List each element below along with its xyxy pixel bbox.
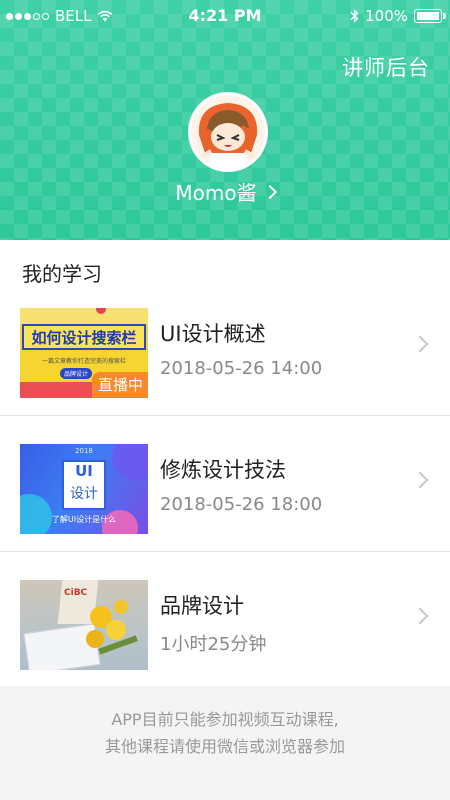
live-badge: 直播中 <box>91 372 148 398</box>
chevron-right-icon <box>262 184 277 200</box>
battery-area: 100% <box>350 7 446 25</box>
username-link[interactable]: Momo酱 <box>0 177 450 206</box>
status-bar: BELL 4:21 PM 100% <box>0 0 450 32</box>
course-item-brand-design[interactable]: CiBC 品牌设计 1小时25分钟 <box>0 552 450 688</box>
thumbnail-tag: 品牌设计 <box>60 368 93 379</box>
course-title: 修炼设计技法 <box>160 458 286 482</box>
footer-line-1: APP目前只能参加视频互动课程, <box>111 710 339 729</box>
course-title: UI设计概述 <box>160 322 266 346</box>
course-thumbnail: CiBC <box>20 580 148 670</box>
course-thumbnail: 如何设计搜索栏 一篇文章教你打造完美的搜索栏 品牌设计 直播中 <box>20 308 148 398</box>
course-item-ui-overview[interactable]: 如何设计搜索栏 一篇文章教你打造完美的搜索栏 品牌设计 直播中 UI设计概述 2… <box>0 280 450 416</box>
battery-percent: 100% <box>365 7 408 25</box>
thumbnail-caption: 了解UI设计是什么 <box>51 515 117 524</box>
thumbnail-year: 2018 <box>75 447 93 455</box>
course-item-design-skills[interactable]: 2018 UI 设计 了解UI设计是什么 修炼设计技法 2018-05-26 1… <box>0 416 450 552</box>
profile-header: BELL 4:21 PM 100% 讲师后台 Momo酱 <box>0 0 450 240</box>
username-label: Momo酱 <box>175 181 257 205</box>
thumbnail-subline: 一篇文章教你打造完美的搜索栏 <box>41 358 126 365</box>
thumbnail-line1: UI <box>75 462 93 480</box>
chevron-right-icon <box>411 335 429 353</box>
battery-icon <box>414 9 446 23</box>
thumbnail-line2: 设计 <box>70 486 98 502</box>
thumbnail-headline: 如何设计搜索栏 <box>31 329 137 347</box>
teacher-backend-link[interactable]: 讲师后台 <box>342 52 430 82</box>
avatar[interactable] <box>188 92 268 172</box>
footer-note: APP目前只能参加视频互动课程, 其他课程请使用微信或浏览器参加 <box>0 706 450 760</box>
chevron-right-icon <box>411 471 429 489</box>
course-title: 品牌设计 <box>160 594 244 618</box>
course-time: 2018-05-26 14:00 <box>160 358 323 379</box>
course-duration: 1小时25分钟 <box>160 634 267 655</box>
footer-line-2: 其他课程请使用微信或浏览器参加 <box>104 737 345 756</box>
bluetooth-icon <box>350 9 359 23</box>
my-learning-section: 我的学习 如何设计搜索栏 一篇文章教你打造完美的搜索栏 品牌设计 直播中 UI设… <box>0 240 450 686</box>
avatar-image <box>191 95 265 169</box>
chevron-right-icon <box>411 607 429 625</box>
course-time: 2018-05-26 18:00 <box>160 494 323 515</box>
course-thumbnail: 2018 UI 设计 了解UI设计是什么 <box>20 444 148 534</box>
